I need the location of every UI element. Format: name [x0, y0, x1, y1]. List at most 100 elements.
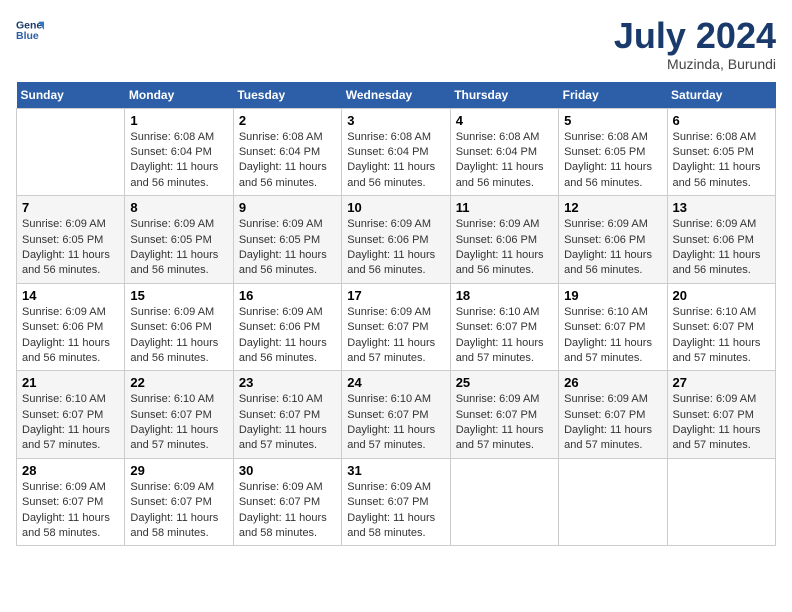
- calendar-table: SundayMondayTuesdayWednesdayThursdayFrid…: [16, 82, 776, 547]
- calendar-cell: 3 Sunrise: 6:08 AM Sunset: 6:04 PM Daylig…: [342, 108, 450, 196]
- calendar-cell: 5 Sunrise: 6:08 AM Sunset: 6:05 PM Daylig…: [559, 108, 667, 196]
- day-info: Sunrise: 6:09 AM Sunset: 6:05 PM Dayligh…: [130, 217, 227, 279]
- calendar-cell: 18Sunrise: 6:10 AM Sunset: 6:07 PM Dayli…: [450, 283, 558, 371]
- calendar-cell: 15 Sunrise: 6:09 AM Sunset: 6:06 PM Dayli…: [125, 283, 233, 371]
- week-row-1: 1 Sunrise: 6:08 AM Sunset: 6:04 PM Daylig…: [17, 108, 776, 196]
- day-info: Sunrise: 6:10 AM Sunset: 6:07 PM Dayligh…: [564, 305, 661, 367]
- calendar-cell: 21Sunrise: 6:10 AM Sunset: 6:07 PM Dayli…: [17, 371, 125, 459]
- calendar-cell: 13 Sunrise: 6:09 AM Sunset: 6:06 PM Dayli…: [667, 196, 775, 284]
- calendar-cell: 1 Sunrise: 6:08 AM Sunset: 6:04 PM Daylig…: [125, 108, 233, 196]
- calendar-cell: 9 Sunrise: 6:09 AM Sunset: 6:05 PM Daylig…: [233, 196, 341, 284]
- calendar-cell: 20 Sunrise: 6:10 AM Sunset: 6:07 PM Dayli…: [667, 283, 775, 371]
- title-block: July 2024 Muzinda, Burundi: [614, 16, 776, 72]
- day-info: Sunrise: 6:08 AM Sunset: 6:04 PM Dayligh…: [239, 130, 336, 192]
- day-info: Sunrise: 6:09 AM Sunset: 6:07 PM Dayligh…: [239, 480, 336, 542]
- day-info: Sunrise: 6:09 AM Sunset: 6:06 PM Dayligh…: [239, 305, 336, 367]
- day-info: Sunrise: 6:09 AM Sunset: 6:05 PM Dayligh…: [22, 217, 119, 279]
- day-info: Sunrise: 6:10 AM Sunset: 6:07 PM Dayligh…: [239, 392, 336, 454]
- day-number: 29: [130, 463, 227, 478]
- day-info: Sunrise: 6:09 AM Sunset: 6:07 PM Dayligh…: [130, 480, 227, 542]
- day-number: 19: [564, 288, 661, 303]
- logo: General Blue: [16, 16, 44, 44]
- day-number: 5: [564, 113, 661, 128]
- calendar-cell: 6 Sunrise: 6:08 AM Sunset: 6:05 PM Daylig…: [667, 108, 775, 196]
- calendar-cell: 10Sunrise: 6:09 AM Sunset: 6:06 PM Dayli…: [342, 196, 450, 284]
- day-number: 22: [130, 375, 227, 390]
- subtitle: Muzinda, Burundi: [614, 56, 776, 72]
- calendar-cell: 19 Sunrise: 6:10 AM Sunset: 6:07 PM Dayli…: [559, 283, 667, 371]
- day-info: Sunrise: 6:09 AM Sunset: 6:07 PM Dayligh…: [22, 480, 119, 542]
- calendar-cell: 23 Sunrise: 6:10 AM Sunset: 6:07 PM Dayli…: [233, 371, 341, 459]
- calendar-cell: 29 Sunrise: 6:09 AM Sunset: 6:07 PM Dayli…: [125, 458, 233, 546]
- calendar-cell: [667, 458, 775, 546]
- day-info: Sunrise: 6:09 AM Sunset: 6:05 PM Dayligh…: [239, 217, 336, 279]
- day-number: 14: [22, 288, 119, 303]
- day-info: Sunrise: 6:09 AM Sunset: 6:06 PM Dayligh…: [456, 217, 553, 279]
- calendar-cell: 16 Sunrise: 6:09 AM Sunset: 6:06 PM Dayli…: [233, 283, 341, 371]
- day-number: 24: [347, 375, 444, 390]
- calendar-cell: 14 Sunrise: 6:09 AM Sunset: 6:06 PM Dayli…: [17, 283, 125, 371]
- day-info: Sunrise: 6:10 AM Sunset: 6:07 PM Dayligh…: [347, 392, 444, 454]
- svg-text:Blue: Blue: [16, 30, 39, 42]
- page-header: General Blue July 2024 Muzinda, Burundi: [16, 16, 776, 72]
- day-number: 13: [673, 200, 770, 215]
- column-header-sunday: Sunday: [17, 82, 125, 109]
- day-info: Sunrise: 6:08 AM Sunset: 6:05 PM Dayligh…: [564, 130, 661, 192]
- day-number: 9: [239, 200, 336, 215]
- day-info: Sunrise: 6:08 AM Sunset: 6:04 PM Dayligh…: [347, 130, 444, 192]
- calendar-cell: 24 Sunrise: 6:10 AM Sunset: 6:07 PM Dayli…: [342, 371, 450, 459]
- calendar-cell: 11 Sunrise: 6:09 AM Sunset: 6:06 PM Dayli…: [450, 196, 558, 284]
- day-number: 4: [456, 113, 553, 128]
- day-info: Sunrise: 6:10 AM Sunset: 6:07 PM Dayligh…: [130, 392, 227, 454]
- main-title: July 2024: [614, 16, 776, 56]
- calendar-cell: [17, 108, 125, 196]
- week-row-3: 14 Sunrise: 6:09 AM Sunset: 6:06 PM Dayli…: [17, 283, 776, 371]
- day-info: Sunrise: 6:09 AM Sunset: 6:07 PM Dayligh…: [347, 480, 444, 542]
- calendar-cell: 7 Sunrise: 6:09 AM Sunset: 6:05 PM Daylig…: [17, 196, 125, 284]
- day-info: Sunrise: 6:09 AM Sunset: 6:06 PM Dayligh…: [130, 305, 227, 367]
- day-info: Sunrise: 6:09 AM Sunset: 6:07 PM Dayligh…: [456, 392, 553, 454]
- week-row-5: 28Sunrise: 6:09 AM Sunset: 6:07 PM Dayli…: [17, 458, 776, 546]
- day-number: 20: [673, 288, 770, 303]
- day-info: Sunrise: 6:09 AM Sunset: 6:07 PM Dayligh…: [673, 392, 770, 454]
- calendar-cell: 2 Sunrise: 6:08 AM Sunset: 6:04 PM Daylig…: [233, 108, 341, 196]
- day-number: 23: [239, 375, 336, 390]
- day-number: 25: [456, 375, 553, 390]
- column-header-monday: Monday: [125, 82, 233, 109]
- day-number: 30: [239, 463, 336, 478]
- day-number: 11: [456, 200, 553, 215]
- calendar-cell: 31Sunrise: 6:09 AM Sunset: 6:07 PM Dayli…: [342, 458, 450, 546]
- day-number: 3: [347, 113, 444, 128]
- column-header-wednesday: Wednesday: [342, 82, 450, 109]
- calendar-cell: 30 Sunrise: 6:09 AM Sunset: 6:07 PM Dayli…: [233, 458, 341, 546]
- calendar-cell: 22 Sunrise: 6:10 AM Sunset: 6:07 PM Dayli…: [125, 371, 233, 459]
- day-number: 16: [239, 288, 336, 303]
- day-number: 10: [347, 200, 444, 215]
- day-info: Sunrise: 6:10 AM Sunset: 6:07 PM Dayligh…: [673, 305, 770, 367]
- day-number: 17: [347, 288, 444, 303]
- day-number: 6: [673, 113, 770, 128]
- header-row: SundayMondayTuesdayWednesdayThursdayFrid…: [17, 82, 776, 109]
- day-number: 7: [22, 200, 119, 215]
- day-number: 26: [564, 375, 661, 390]
- day-info: Sunrise: 6:10 AM Sunset: 6:07 PM Dayligh…: [456, 305, 553, 367]
- calendar-cell: 8 Sunrise: 6:09 AM Sunset: 6:05 PM Daylig…: [125, 196, 233, 284]
- day-info: Sunrise: 6:08 AM Sunset: 6:05 PM Dayligh…: [673, 130, 770, 192]
- day-info: Sunrise: 6:08 AM Sunset: 6:04 PM Dayligh…: [456, 130, 553, 192]
- column-header-thursday: Thursday: [450, 82, 558, 109]
- calendar-cell: 27 Sunrise: 6:09 AM Sunset: 6:07 PM Dayli…: [667, 371, 775, 459]
- calendar-cell: 26Sunrise: 6:09 AM Sunset: 6:07 PM Dayli…: [559, 371, 667, 459]
- day-number: 15: [130, 288, 227, 303]
- calendar-cell: 28Sunrise: 6:09 AM Sunset: 6:07 PM Dayli…: [17, 458, 125, 546]
- day-number: 2: [239, 113, 336, 128]
- day-number: 1: [130, 113, 227, 128]
- calendar-cell: 12Sunrise: 6:09 AM Sunset: 6:06 PM Dayli…: [559, 196, 667, 284]
- day-number: 21: [22, 375, 119, 390]
- day-info: Sunrise: 6:09 AM Sunset: 6:06 PM Dayligh…: [22, 305, 119, 367]
- calendar-cell: [559, 458, 667, 546]
- day-info: Sunrise: 6:09 AM Sunset: 6:06 PM Dayligh…: [673, 217, 770, 279]
- day-info: Sunrise: 6:08 AM Sunset: 6:04 PM Dayligh…: [130, 130, 227, 192]
- calendar-cell: 4 Sunrise: 6:08 AM Sunset: 6:04 PM Daylig…: [450, 108, 558, 196]
- day-number: 8: [130, 200, 227, 215]
- day-number: 27: [673, 375, 770, 390]
